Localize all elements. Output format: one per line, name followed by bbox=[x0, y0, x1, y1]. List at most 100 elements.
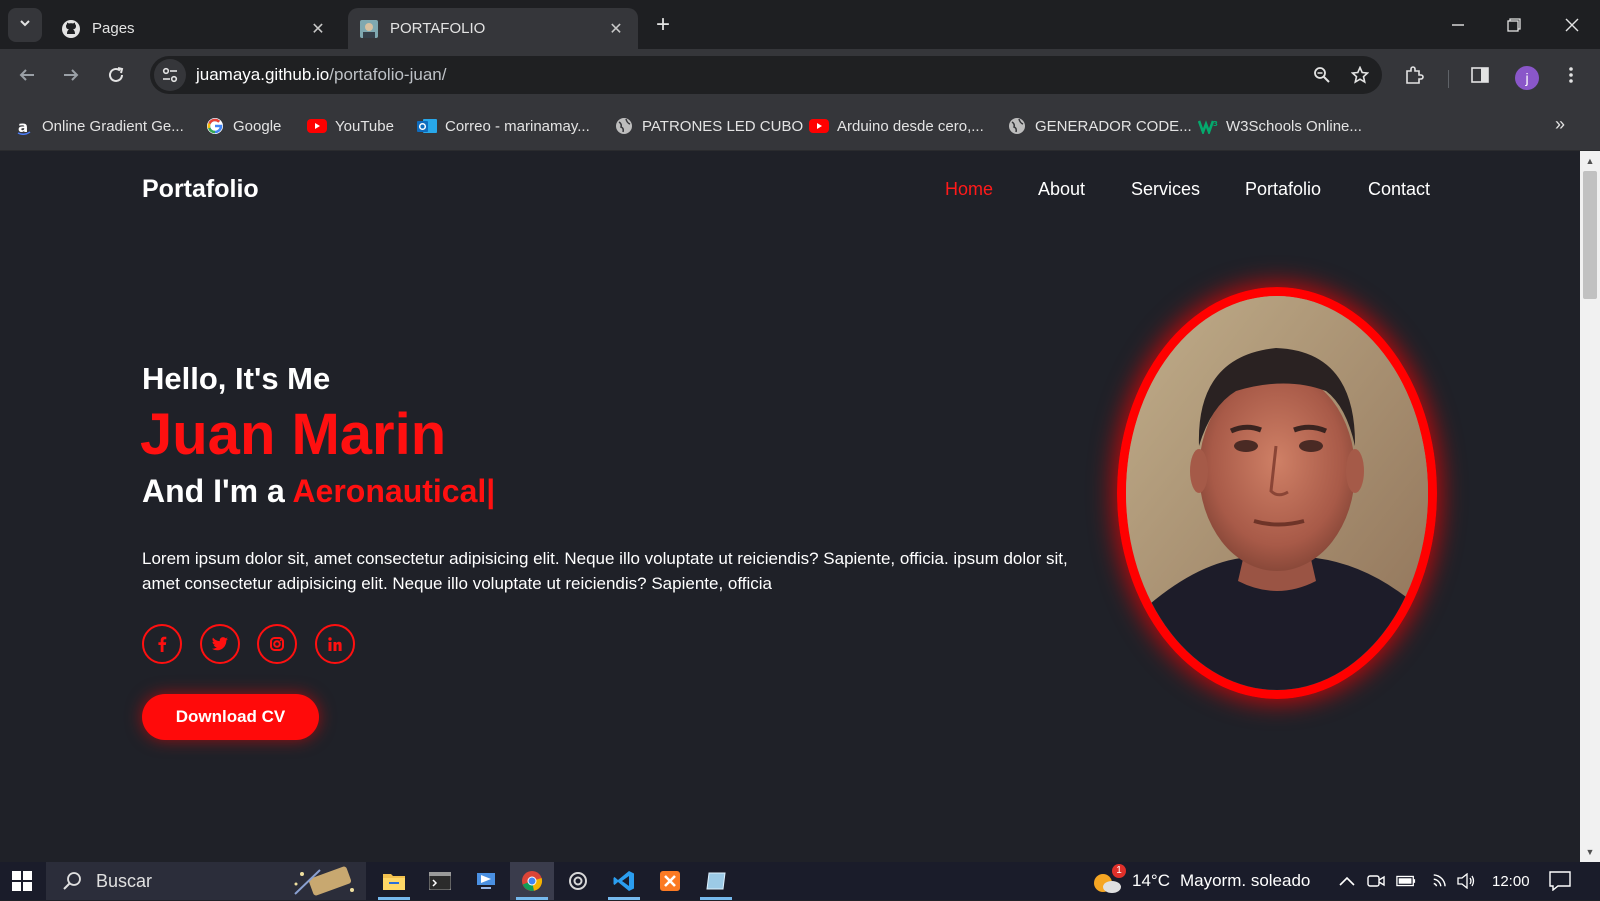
chatgpt-app[interactable] bbox=[556, 862, 600, 900]
terminal-app[interactable] bbox=[418, 862, 462, 900]
bookmark-online-gradient[interactable]: a Online Gradient Ge... bbox=[14, 114, 184, 138]
nav-about[interactable]: About bbox=[1038, 179, 1085, 200]
back-button[interactable] bbox=[11, 59, 43, 91]
nav-contact[interactable]: Contact bbox=[1368, 179, 1430, 200]
portrait-image bbox=[1126, 296, 1428, 690]
minimize-icon bbox=[1452, 23, 1464, 26]
weather-widget[interactable]: 1 14°C Mayorm. soleado bbox=[1092, 862, 1310, 900]
bookmark-label: YouTube bbox=[335, 117, 394, 135]
more-menu-icon[interactable] bbox=[1555, 59, 1587, 91]
tab-portafolio[interactable]: PORTAFOLIO ✕ bbox=[348, 8, 638, 49]
zoom-icon[interactable] bbox=[1306, 59, 1338, 91]
folder-icon bbox=[383, 874, 405, 890]
taskbar-search[interactable]: Buscar bbox=[46, 862, 366, 900]
volume-icon[interactable] bbox=[1456, 871, 1476, 891]
wifi-icon[interactable] bbox=[1428, 871, 1448, 891]
toolbar-divider bbox=[1448, 70, 1449, 88]
scroll-down-arrow-icon[interactable]: ▼ bbox=[1580, 844, 1600, 860]
chevron-down-icon bbox=[18, 16, 32, 35]
nav-portafolio[interactable]: Portafolio bbox=[1245, 179, 1321, 200]
vscode-app[interactable] bbox=[602, 862, 646, 900]
meet-now-icon[interactable] bbox=[1366, 871, 1386, 891]
file-explorer-app[interactable] bbox=[372, 862, 416, 900]
google-icon bbox=[205, 116, 225, 136]
chrome-icon bbox=[522, 871, 543, 891]
notification-icon[interactable] bbox=[1548, 871, 1572, 891]
extensions-icon[interactable] bbox=[1398, 59, 1430, 91]
terminal-icon bbox=[429, 872, 451, 890]
url-text[interactable]: juamaya.github.io/portafolio-juan/ bbox=[196, 65, 1306, 85]
globe-icon bbox=[1007, 116, 1027, 136]
search-placeholder: Buscar bbox=[96, 870, 153, 891]
new-tab-button[interactable]: + bbox=[650, 12, 676, 38]
clock[interactable]: 12:00 bbox=[1492, 862, 1530, 900]
star-icon[interactable] bbox=[1344, 59, 1376, 91]
close-icon[interactable]: ✕ bbox=[604, 17, 628, 41]
chrome-app[interactable] bbox=[510, 862, 554, 900]
nav-home[interactable]: Home bbox=[945, 179, 993, 200]
facebook-icon bbox=[158, 636, 167, 652]
openai-icon bbox=[569, 872, 587, 890]
scroll-thumb[interactable] bbox=[1583, 171, 1597, 299]
outlook-icon bbox=[417, 116, 437, 136]
restore-button[interactable] bbox=[1486, 0, 1542, 49]
xampp-app[interactable] bbox=[648, 862, 692, 900]
weather-alert-badge: 1 bbox=[1112, 864, 1126, 878]
chevron-double-right-icon[interactable]: » bbox=[1548, 114, 1572, 138]
a-icon: a bbox=[14, 116, 34, 136]
windows-icon bbox=[12, 871, 32, 891]
svg-text:3: 3 bbox=[1213, 120, 1218, 128]
side-panel-icon[interactable] bbox=[1464, 59, 1496, 91]
vscode-icon bbox=[613, 871, 634, 891]
page-scrollbar[interactable]: ▲ ▼ bbox=[1580, 151, 1600, 862]
download-cv-button[interactable]: Download CV bbox=[142, 694, 319, 740]
site-logo[interactable]: Portafolio bbox=[142, 175, 259, 204]
twitter-link[interactable] bbox=[200, 624, 240, 664]
youtube-icon bbox=[809, 116, 829, 136]
tab-title: Pages bbox=[92, 20, 135, 37]
scroll-up-arrow-icon[interactable]: ▲ bbox=[1580, 153, 1600, 169]
linkedin-icon bbox=[328, 637, 342, 651]
photos-app[interactable] bbox=[694, 862, 738, 900]
profile-avatar[interactable]: j bbox=[1515, 66, 1539, 90]
weather-desc: Mayorm. soleado bbox=[1179, 871, 1311, 890]
close-window-button[interactable] bbox=[1544, 0, 1600, 49]
forward-button[interactable] bbox=[55, 59, 87, 91]
tab-pages[interactable]: Pages ✕ bbox=[50, 8, 340, 49]
bookmark-correo[interactable]: Correo - marinamay... bbox=[417, 114, 590, 138]
bookmark-generador-code[interactable]: GENERADOR CODE... bbox=[1007, 114, 1192, 138]
nav-services[interactable]: Services bbox=[1131, 179, 1200, 200]
bookmark-youtube[interactable]: YouTube bbox=[307, 114, 394, 138]
arrow-left-icon bbox=[19, 69, 34, 81]
bookmark-w3schools[interactable]: 3 W3Schools Online... bbox=[1198, 114, 1362, 138]
bookmark-patrones-led[interactable]: PATRONES LED CUBO bbox=[614, 114, 803, 138]
site-info-button[interactable] bbox=[154, 59, 186, 91]
tab-search-button[interactable] bbox=[8, 8, 42, 42]
instagram-link[interactable] bbox=[257, 624, 297, 664]
browser-toolbar: juamaya.github.io/portafolio-juan/ bbox=[0, 49, 1600, 101]
svg-text:a: a bbox=[18, 118, 28, 135]
bookmark-label: W3Schools Online... bbox=[1226, 117, 1362, 135]
chevron-up-icon[interactable] bbox=[1337, 871, 1357, 891]
start-button[interactable] bbox=[0, 862, 44, 900]
minimize-button[interactable] bbox=[1430, 0, 1486, 49]
bookmark-label: PATRONES LED CUBO bbox=[642, 117, 804, 135]
github-icon bbox=[60, 18, 82, 40]
close-icon[interactable]: ✕ bbox=[306, 17, 330, 41]
bookmark-google[interactable]: Google bbox=[205, 114, 281, 138]
battery-icon[interactable] bbox=[1396, 871, 1416, 891]
tab-title: PORTAFOLIO bbox=[390, 20, 486, 37]
bookmark-label: Google bbox=[233, 117, 282, 135]
portfolio-page: Portafolio Home About Services Portafoli… bbox=[0, 151, 1580, 862]
instagram-icon bbox=[270, 637, 284, 651]
arrow-right-icon bbox=[64, 69, 79, 81]
linkedin-link[interactable] bbox=[315, 624, 355, 664]
remote-desktop-app[interactable] bbox=[464, 862, 508, 900]
photos-icon bbox=[706, 872, 726, 890]
bookmarks-bar: a Online Gradient Ge... Google YouTube C… bbox=[0, 101, 1600, 151]
facebook-link[interactable] bbox=[142, 624, 182, 664]
address-bar[interactable]: juamaya.github.io/portafolio-juan/ bbox=[150, 56, 1382, 94]
reload-button[interactable] bbox=[100, 59, 132, 91]
hero-role-line: And I'm a Aeronautical| bbox=[142, 473, 495, 510]
bookmark-arduino[interactable]: Arduino desde cero,... bbox=[809, 114, 984, 138]
